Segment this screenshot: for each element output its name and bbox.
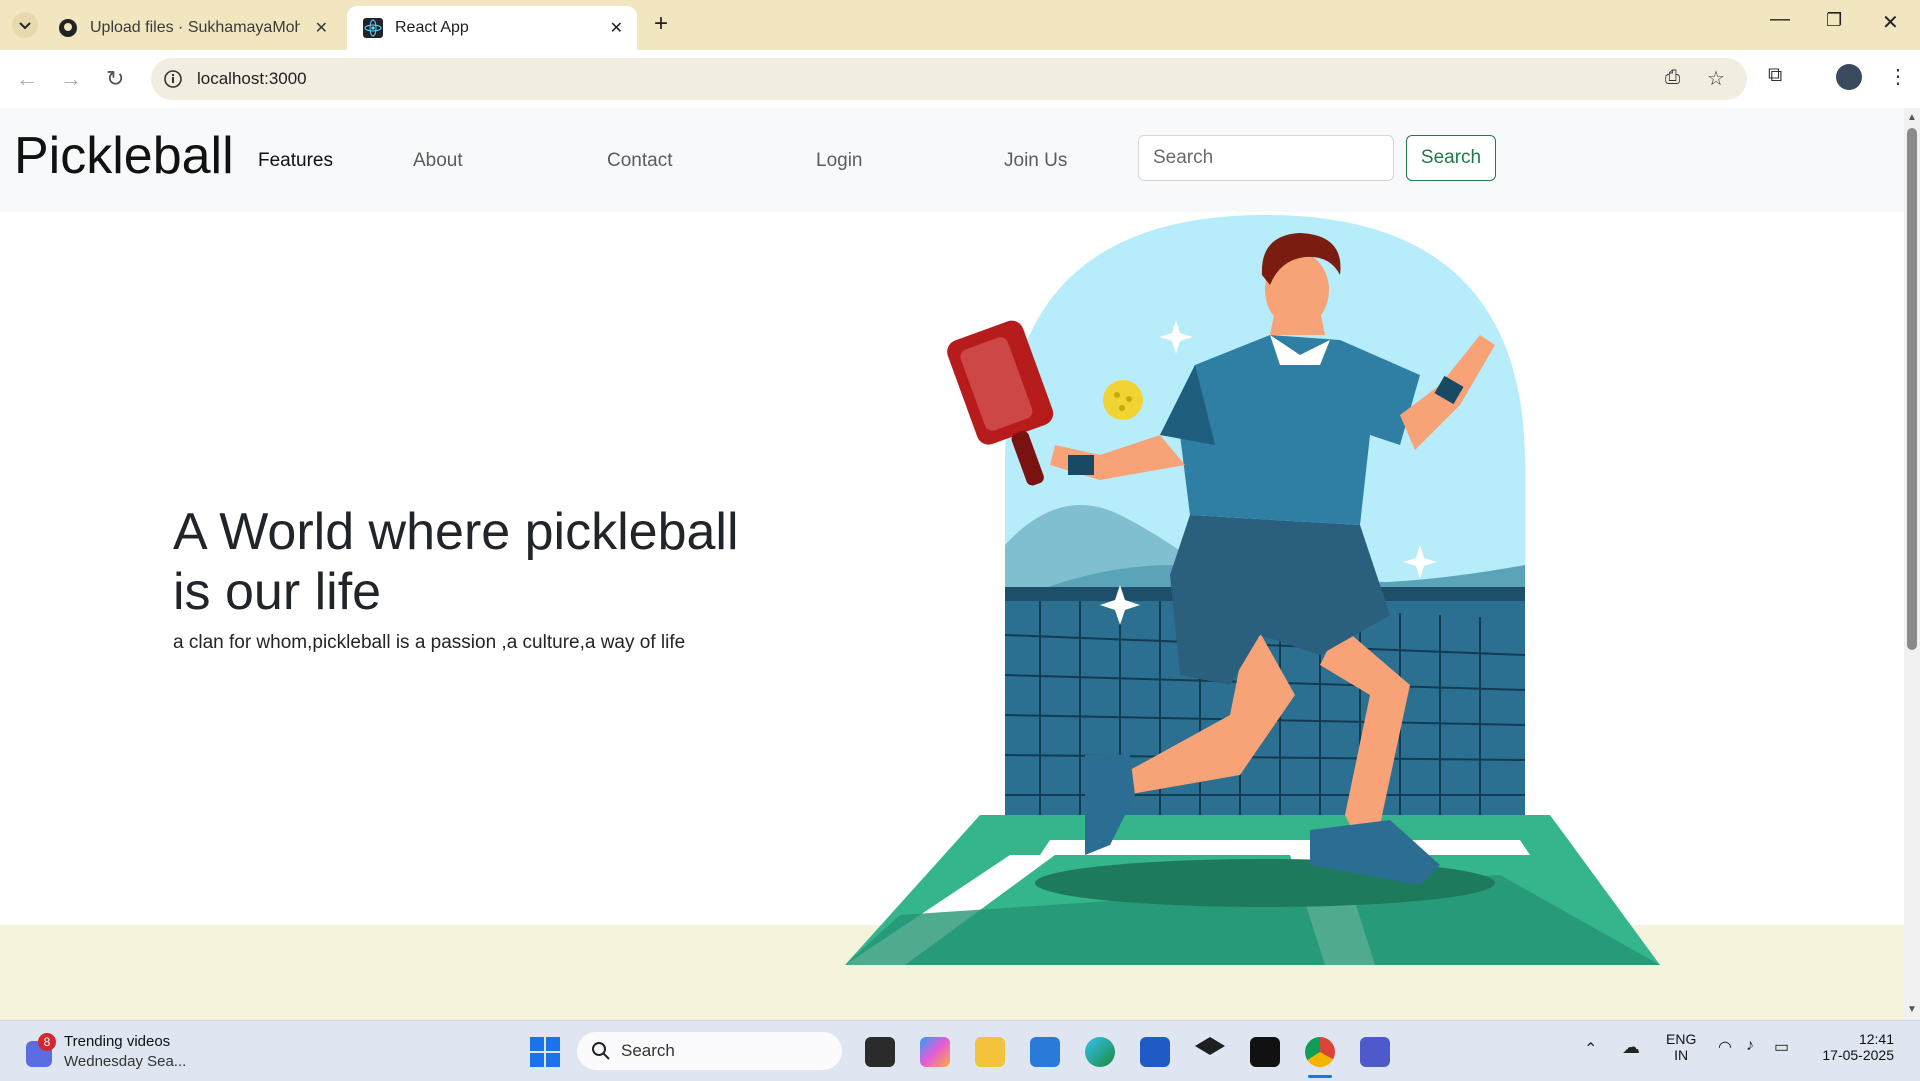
chrome-icon[interactable] <box>1305 1037 1335 1067</box>
widget-subtitle: Wednesday Sea... <box>64 1053 187 1070</box>
taskbar-search[interactable]: Search <box>577 1032 842 1070</box>
notion-icon[interactable] <box>1250 1037 1280 1067</box>
address-bar[interactable]: localhost:3000 ⎙ ☆ <box>151 58 1747 100</box>
edge-icon[interactable] <box>1085 1037 1115 1067</box>
install-app-icon[interactable]: ⎙ <box>1665 67 1680 89</box>
browser-toolbar: ← → ↻ localhost:3000 ⎙ ☆ ⧉ ⋮ <box>0 50 1920 109</box>
new-tab-icon[interactable]: + <box>654 10 668 38</box>
forward-icon[interactable]: → <box>60 66 82 92</box>
windows-start-icon[interactable] <box>530 1037 560 1067</box>
search-input[interactable] <box>1138 135 1394 181</box>
hero-subtitle: a clan for whom,pickleball is a passion … <box>173 632 686 653</box>
close-icon[interactable]: ✕ <box>315 18 328 38</box>
onedrive-icon[interactable]: ☁ <box>1622 1037 1640 1058</box>
clock[interactable]: 12:41 17-05-2025 <box>1814 1031 1894 1063</box>
volume-icon[interactable]: ♪ <box>1746 1037 1754 1055</box>
scroll-up-icon[interactable]: ▲ <box>1907 112 1917 123</box>
region-code: IN <box>1674 1047 1689 1063</box>
info-icon[interactable] <box>163 69 183 89</box>
brand-logo[interactable]: Pickleball <box>14 126 234 186</box>
restore-icon[interactable]: ❐ <box>1826 10 1842 31</box>
chevron-down-icon <box>19 22 31 30</box>
scroll-thumb[interactable] <box>1907 128 1917 650</box>
tab-title: React App <box>395 19 469 36</box>
pickleball-player-illustration <box>810 215 1725 965</box>
language-indicator[interactable]: ENG IN <box>1666 1031 1696 1063</box>
nav-link-contact[interactable]: Contact <box>607 150 672 172</box>
task-view-icon[interactable] <box>865 1037 895 1067</box>
store-icon[interactable] <box>1140 1037 1170 1067</box>
tab-github[interactable]: Upload files · SukhamayaMohapatra ✕ <box>42 6 342 50</box>
search-button[interactable]: Search <box>1406 135 1496 181</box>
window-close-icon[interactable]: ✕ <box>1882 10 1899 35</box>
close-icon[interactable]: ✕ <box>610 18 623 38</box>
taskbar-search-label: Search <box>621 1041 675 1060</box>
dropbox-icon[interactable] <box>1195 1037 1225 1055</box>
search-icon <box>592 1042 610 1060</box>
time-text: 12:41 <box>1858 1031 1894 1047</box>
scrollbar[interactable]: ▲ ▼ <box>1904 108 1920 1020</box>
github-icon <box>59 19 77 37</box>
nav-link-about[interactable]: About <box>413 150 463 172</box>
teams-icon[interactable] <box>1360 1037 1390 1067</box>
nav-link-join-us[interactable]: Join Us <box>1004 150 1067 172</box>
notification-badge: 8 <box>38 1033 56 1051</box>
nav-link-features[interactable]: Features <box>258 150 333 172</box>
tab-title: Upload files · SukhamayaMohapatra <box>90 19 300 36</box>
profile-avatar[interactable] <box>1836 64 1862 90</box>
windows-taskbar: 8 Trending videos Wednesday Sea... Searc… <box>0 1020 1920 1081</box>
hero-title: A World where pickleball is our life <box>173 503 739 621</box>
web-page: Pickleball Features About Contact Login … <box>0 108 1904 1020</box>
battery-icon[interactable]: ▭ <box>1774 1037 1789 1057</box>
react-icon <box>363 18 383 38</box>
scroll-down-icon[interactable]: ▼ <box>1907 1004 1917 1015</box>
wifi-icon[interactable]: ◠ <box>1718 1037 1732 1057</box>
widget-title: Trending videos <box>64 1033 171 1050</box>
vscode-icon[interactable] <box>1030 1037 1060 1067</box>
back-icon[interactable]: ← <box>16 66 38 92</box>
nav-link-login[interactable]: Login <box>816 150 863 172</box>
tab-search-button[interactable] <box>12 12 38 38</box>
tab-react-app[interactable]: React App ✕ <box>347 6 637 50</box>
navbar: Pickleball Features About Contact Login … <box>0 108 1904 212</box>
bookmark-star-icon[interactable]: ☆ <box>1707 66 1725 91</box>
reload-icon[interactable]: ↻ <box>106 66 124 92</box>
copilot-icon[interactable] <box>920 1037 950 1067</box>
extensions-icon[interactable]: ⧉ <box>1768 64 1782 87</box>
file-explorer-icon[interactable] <box>975 1037 1005 1067</box>
language-code: ENG <box>1666 1031 1697 1047</box>
date-text: 17-05-2025 <box>1822 1047 1894 1063</box>
browser-tab-bar: Upload files · SukhamayaMohapatra ✕ Reac… <box>0 0 1920 50</box>
active-app-indicator <box>1308 1075 1332 1078</box>
minimize-icon[interactable]: — <box>1770 8 1790 31</box>
url-text: localhost:3000 <box>197 69 307 88</box>
more-menu-icon[interactable]: ⋮ <box>1888 64 1908 89</box>
chevron-up-icon[interactable]: ⌃ <box>1584 1039 1597 1059</box>
